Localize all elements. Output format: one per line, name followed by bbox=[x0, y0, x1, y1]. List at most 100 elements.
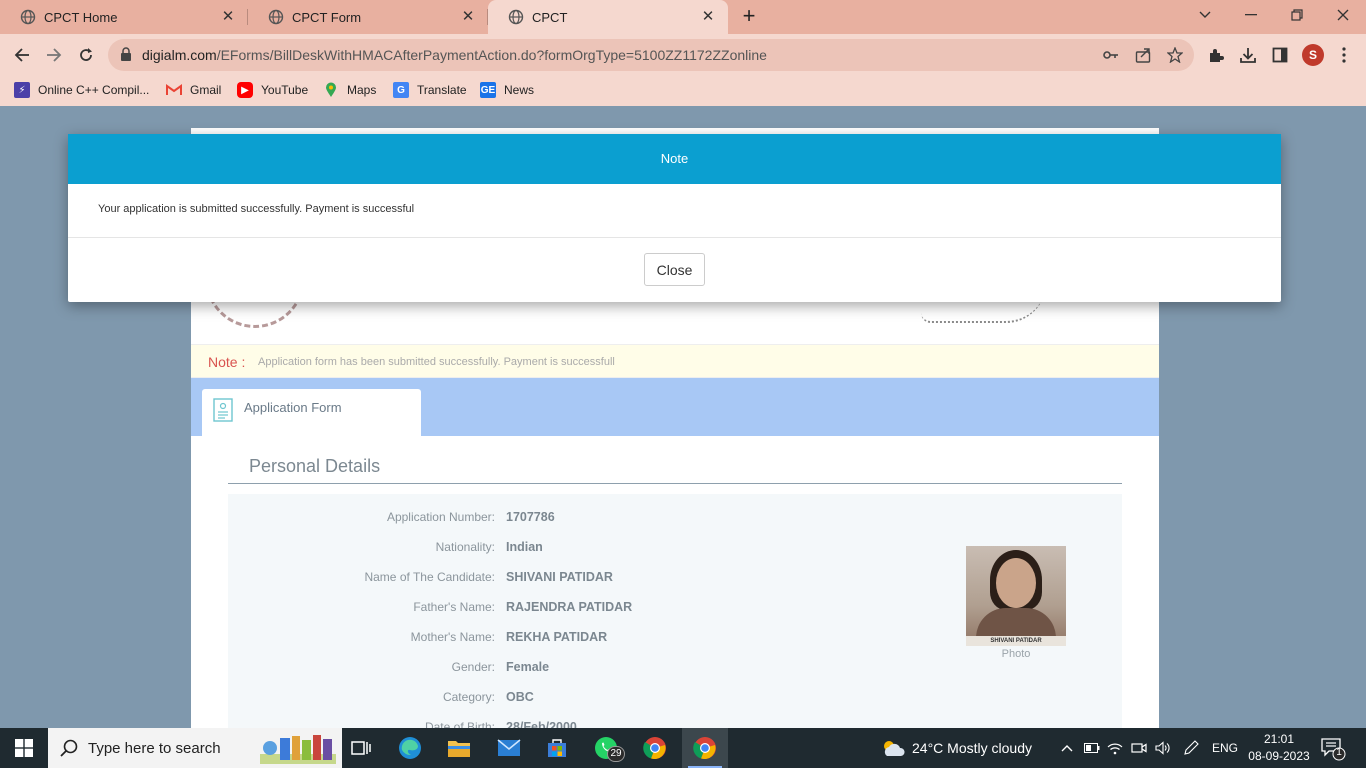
windows-start-icon[interactable] bbox=[0, 728, 48, 768]
bookmark-maps[interactable]: Maps bbox=[323, 82, 376, 98]
photo-body bbox=[976, 608, 1056, 638]
star-icon[interactable] bbox=[1166, 46, 1184, 64]
field-value: REKHA PATIDAR bbox=[506, 630, 608, 644]
bookmark-gmail[interactable]: Gmail bbox=[166, 82, 221, 98]
cpp-compiler-icon: ⚡ bbox=[14, 82, 30, 98]
notification-center-icon[interactable]: 1 bbox=[1320, 736, 1346, 762]
tab-cpct-form[interactable]: CPCT Form ✕ bbox=[248, 0, 488, 34]
note-text: Application form has been submitted succ… bbox=[258, 356, 615, 368]
share-icon[interactable] bbox=[1134, 46, 1152, 64]
close-tab-icon[interactable]: ✕ bbox=[700, 9, 716, 25]
tab-cpct[interactable]: CPCT ✕ bbox=[488, 0, 728, 34]
reload-button[interactable] bbox=[73, 42, 99, 68]
whatsapp-icon[interactable]: 29 bbox=[583, 728, 629, 768]
field-label: Gender: bbox=[451, 660, 495, 674]
back-button[interactable] bbox=[9, 42, 35, 68]
profile-avatar[interactable]: S bbox=[1302, 44, 1324, 66]
side-panel-icon[interactable] bbox=[1270, 45, 1290, 65]
detail-row: Category: OBC bbox=[228, 690, 1122, 710]
close-window-button[interactable] bbox=[1320, 0, 1366, 30]
bookmark-label: Online C++ Compil... bbox=[38, 83, 150, 97]
url-path: /EForms/BillDeskWithHMACAfterPaymentActi… bbox=[216, 47, 767, 63]
chrome-active-icon[interactable] bbox=[682, 728, 728, 768]
bookmarks-bar: ⚡ Online C++ Compil... Gmail ▶ YouTube M… bbox=[0, 76, 1366, 106]
maps-icon bbox=[323, 82, 339, 98]
form-document-icon bbox=[213, 398, 233, 422]
field-label: Date of Birth: bbox=[424, 720, 495, 728]
tab-title: CPCT Home bbox=[44, 9, 118, 25]
meet-now-icon[interactable] bbox=[1130, 739, 1148, 757]
bookmark-label: Maps bbox=[347, 83, 377, 97]
photo-label: Photo bbox=[1001, 648, 1031, 660]
task-view-icon[interactable] bbox=[338, 728, 384, 768]
bookmark-cpp-compiler[interactable]: ⚡ Online C++ Compil... bbox=[14, 82, 149, 98]
browser-toolbar: digialm.com/EForms/BillDeskWithHMACAfter… bbox=[0, 34, 1366, 76]
news-icon: GE bbox=[480, 82, 496, 98]
restore-button[interactable] bbox=[1274, 0, 1320, 30]
field-label: Category: bbox=[442, 690, 495, 704]
file-explorer-icon[interactable] bbox=[436, 728, 482, 768]
bookmark-label: Translate bbox=[417, 83, 467, 97]
note-banner: Note : Application form has been submitt… bbox=[191, 344, 1159, 378]
globe-icon bbox=[508, 9, 524, 25]
weather-text[interactable]: 24°C Mostly cloudy bbox=[912, 740, 1032, 756]
field-label: Mother's Name: bbox=[410, 630, 495, 644]
detail-row: Date of Birth: 28/Feb/2000 bbox=[228, 720, 1122, 728]
tab-application-form[interactable]: Application Form bbox=[202, 389, 421, 436]
modal-message: Your application is submitted successful… bbox=[98, 203, 415, 215]
photo-face bbox=[996, 558, 1036, 608]
note-label: Note : bbox=[208, 354, 246, 370]
download-icon[interactable] bbox=[1238, 45, 1258, 65]
chevron-up-icon[interactable] bbox=[1058, 739, 1076, 757]
forward-button[interactable] bbox=[41, 42, 67, 68]
mail-icon[interactable] bbox=[486, 728, 532, 768]
chrome-icon[interactable] bbox=[632, 728, 678, 768]
extensions-icon[interactable] bbox=[1206, 45, 1226, 65]
tab-title: CPCT Form bbox=[292, 9, 362, 25]
bookmark-translate[interactable]: G Translate bbox=[393, 82, 467, 98]
new-tab-button[interactable]: + bbox=[736, 4, 762, 30]
minimize-button[interactable] bbox=[1228, 0, 1274, 30]
notification-count: 1 bbox=[1336, 747, 1342, 758]
url-text: digialm.com/EForms/BillDeskWithHMACAfter… bbox=[142, 47, 767, 63]
bookmark-youtube[interactable]: ▶ YouTube bbox=[237, 82, 308, 98]
whatsapp-badge: 29 bbox=[607, 746, 625, 762]
search-icon bbox=[60, 739, 78, 760]
close-tab-icon[interactable]: ✕ bbox=[220, 9, 236, 25]
field-value: Female bbox=[506, 660, 550, 674]
form-tab-strip: Application Form bbox=[191, 378, 1159, 436]
clock-date: 08-09-2023 bbox=[1248, 749, 1310, 763]
lock-icon[interactable] bbox=[120, 47, 132, 64]
language-indicator[interactable]: ENG bbox=[1212, 741, 1238, 755]
field-label: Name of The Candidate: bbox=[364, 570, 495, 584]
form-content: Personal Details Application Number: 170… bbox=[191, 436, 1159, 728]
tab-title: CPCT bbox=[532, 9, 568, 25]
key-icon[interactable] bbox=[1102, 46, 1120, 64]
bookmark-news[interactable]: GE News bbox=[480, 82, 534, 98]
address-bar[interactable]: digialm.com/EForms/BillDeskWithHMACAfter… bbox=[108, 39, 1194, 71]
tab-cpct-home[interactable]: CPCT Home ✕ bbox=[0, 0, 248, 34]
taskbar-search-box[interactable]: Type here to search bbox=[48, 728, 342, 768]
wifi-icon[interactable] bbox=[1106, 739, 1124, 757]
weather-cloud-icon[interactable] bbox=[880, 739, 906, 757]
browser-tab-bar: CPCT Home ✕ CPCT Form ✕ CPCT ✕ + bbox=[0, 0, 1366, 34]
section-title: Personal Details bbox=[249, 456, 381, 476]
volume-icon[interactable] bbox=[1154, 739, 1172, 757]
field-label: Father's Name: bbox=[413, 600, 495, 614]
system-clock[interactable]: 21:01 08-09-2023 bbox=[1246, 731, 1312, 765]
edge-icon[interactable] bbox=[387, 728, 433, 768]
battery-icon[interactable] bbox=[1083, 739, 1101, 757]
close-button[interactable]: Close bbox=[644, 253, 705, 286]
pen-icon[interactable] bbox=[1182, 739, 1200, 757]
close-tab-icon[interactable]: ✕ bbox=[460, 9, 476, 25]
photo-caption: SHIVANI PATIDAR bbox=[966, 636, 1066, 646]
field-value: Indian bbox=[506, 540, 543, 554]
field-value: 1707786 bbox=[506, 510, 555, 524]
chevron-down-icon[interactable] bbox=[1182, 0, 1228, 30]
windows-taskbar: Type here to search 29 24°C Mostly cloud… bbox=[0, 728, 1366, 768]
bookmark-label: Gmail bbox=[190, 83, 222, 97]
kebab-menu-icon[interactable] bbox=[1334, 45, 1354, 65]
field-value: RAJENDRA PATIDAR bbox=[506, 600, 633, 614]
youtube-icon: ▶ bbox=[237, 82, 253, 98]
microsoft-store-icon[interactable] bbox=[534, 728, 580, 768]
